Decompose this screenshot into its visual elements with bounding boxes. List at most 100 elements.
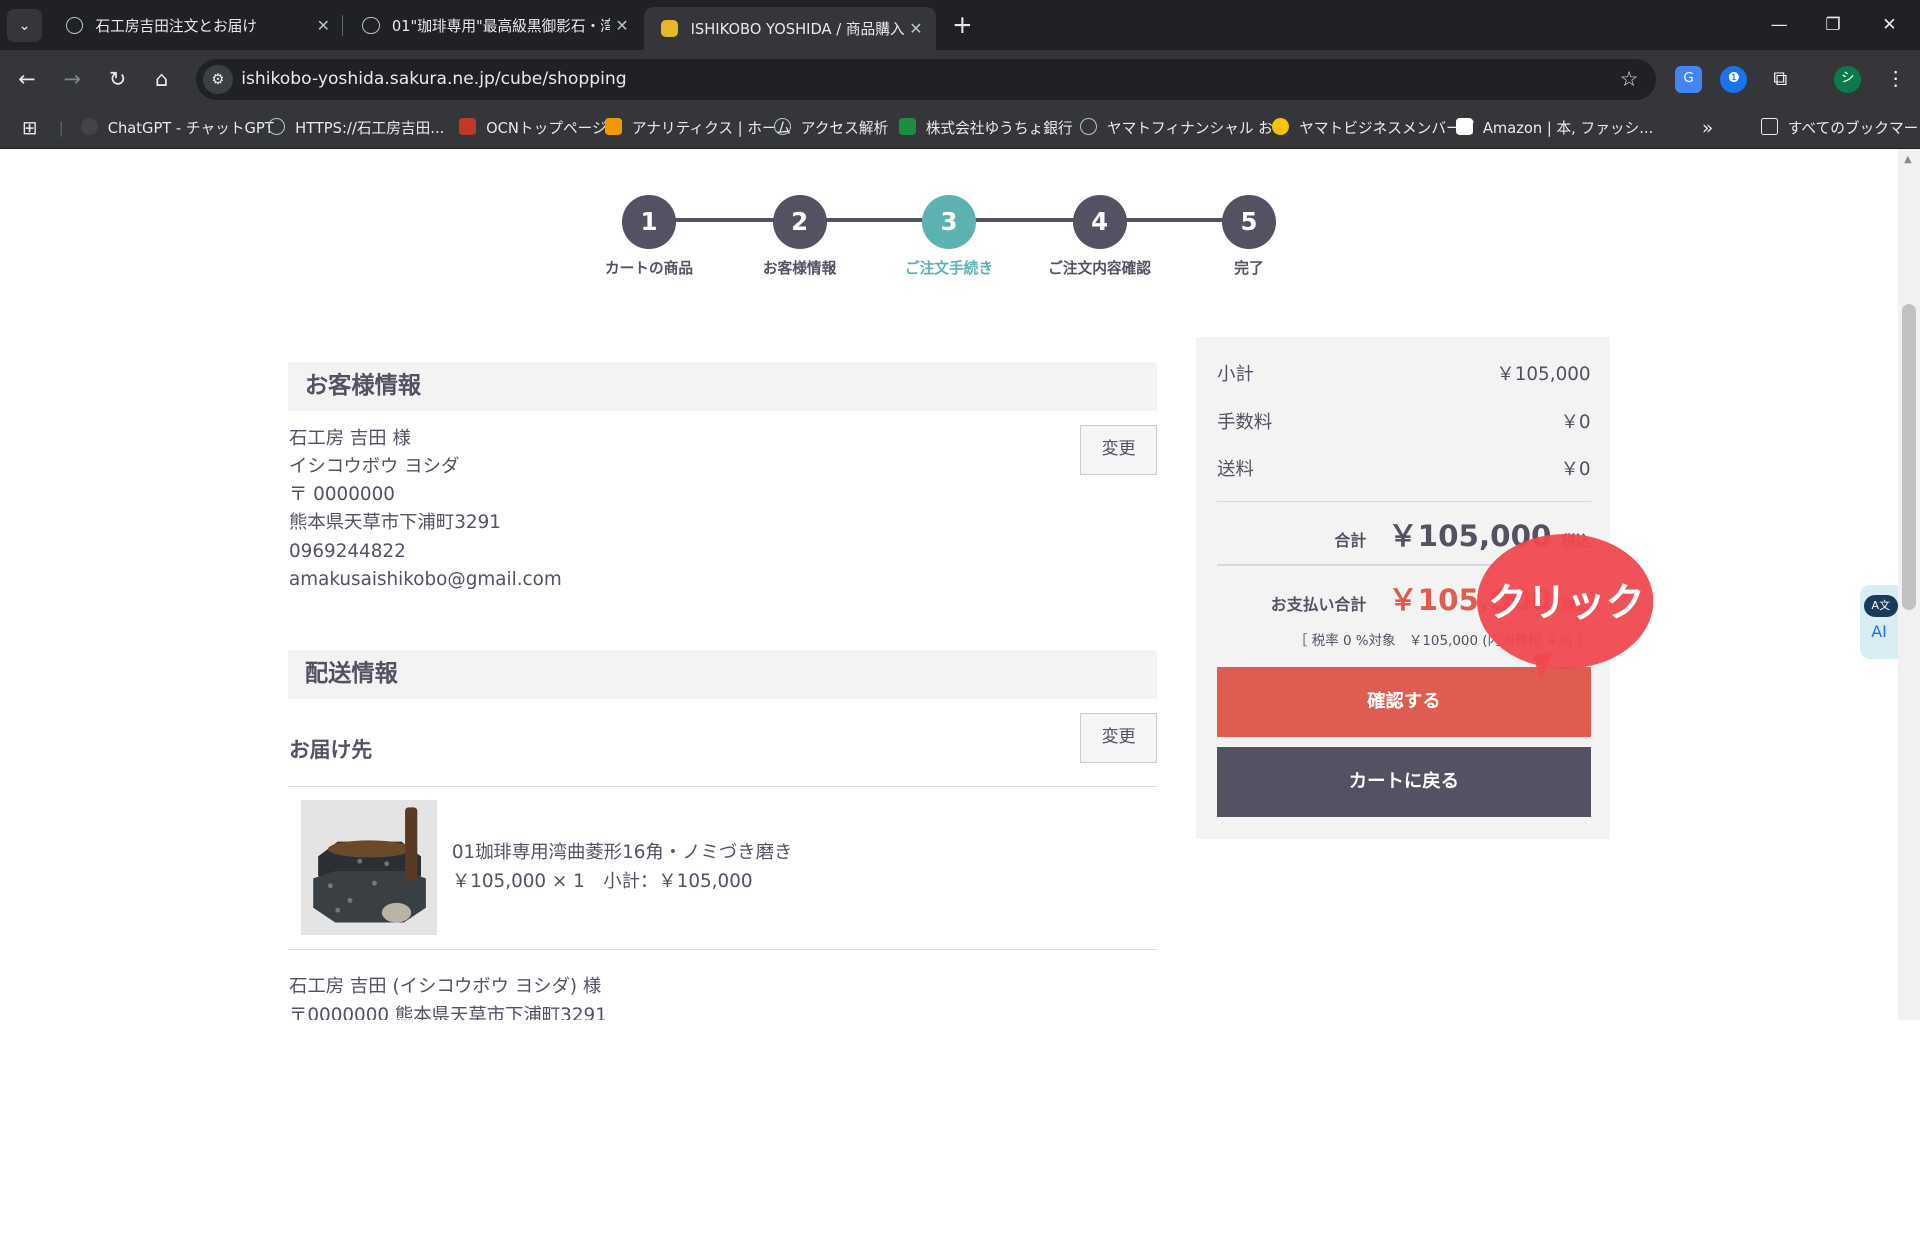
tab-strip: ⌄ 石工房吉田注文とお届け ✕ 01"珈琲専用"最高級黒御影石・湾 ✕ ISHI… <box>0 0 1920 51</box>
globe-icon <box>268 118 286 136</box>
tab-title: ISHIKOBO YOSHIDA / 商品購入 <box>690 21 904 39</box>
tab-search-button[interactable]: ⌄ <box>7 8 42 42</box>
browser-toolbar: ← → ↻ ⌂ ⚙ ishikobo-yoshida.sakura.ne.jp/… <box>0 50 1920 109</box>
globe-icon <box>1080 118 1098 136</box>
bookmark-item[interactable]: アナリティクス | ホーム <box>604 109 791 149</box>
folder-icon <box>1760 118 1778 136</box>
close-window-icon[interactable]: ✕ <box>1861 0 1917 50</box>
tab-2[interactable]: 01"珈琲専用"最高級黒御影石・湾 ✕ <box>345 0 641 50</box>
callout-text: クリック <box>1488 581 1645 626</box>
close-tab-icon[interactable]: ✕ <box>904 19 928 38</box>
product-price: ￥105,000 × 1 小計：￥105,000 <box>451 870 753 892</box>
tab-3-active[interactable]: ISHIKOBO YOSHIDA / 商品購入 ✕ <box>644 7 936 51</box>
payment-total-label: お支払い合計 <box>1270 594 1367 614</box>
divider <box>287 786 1158 788</box>
scrollbar-thumb[interactable] <box>1901 303 1917 610</box>
change-customer-button[interactable]: 変更 <box>1080 424 1158 476</box>
customer-name: 石工房 吉田 様 <box>288 427 411 449</box>
step-4: 4 ご注文内容確認 <box>1020 194 1179 278</box>
step-number: 4 <box>1072 194 1127 249</box>
step-number: 5 <box>1222 194 1276 249</box>
step-1: 1 カートの商品 <box>569 194 728 278</box>
tab-title: 01"珈琲専用"最高級黒御影石・湾 <box>391 17 610 35</box>
bookmark-label: ChatGPT - チャットGPT <box>107 119 274 137</box>
subtotal-label: 小計 <box>1217 363 1254 385</box>
scroll-up-icon[interactable]: ▲ <box>1904 154 1912 165</box>
more-bookmarks-icon[interactable]: » <box>1702 109 1713 149</box>
fee-label: 手数料 <box>1217 411 1273 433</box>
globe-icon <box>362 16 380 34</box>
customer-details: 石工房 吉田 様 イシコウボウ ヨシダ 〒 0000000 熊本県天草市下浦町3… <box>289 425 562 594</box>
bookmark-item[interactable]: Amazon | 本, ファッシ... <box>1455 109 1654 149</box>
url-text[interactable]: ishikobo-yoshida.sakura.ne.jp/cube/shopp… <box>241 59 626 101</box>
amazon-icon <box>1455 118 1474 136</box>
bookmark-label: すべてのブックマーク <box>1787 119 1920 137</box>
site-info-icon[interactable]: ⚙ <box>203 64 233 95</box>
customer-email: amakusaishikobo@gmail.com <box>288 568 562 590</box>
minimize-icon[interactable]: — <box>1751 0 1807 50</box>
tab-title: 石工房吉田注文とお届け <box>95 17 258 35</box>
lock-extension-icon[interactable]: ❶ <box>1720 66 1748 94</box>
reload-icon[interactable]: ↻ <box>102 64 134 96</box>
divider <box>1217 500 1591 503</box>
bookmark-label: 株式会社ゆうちょ銀行 <box>925 119 1073 137</box>
restore-icon[interactable]: ❐ <box>1805 0 1861 50</box>
bookmark-item[interactable]: アクセス解析 <box>773 109 889 149</box>
bookmark-label: アクセス解析 <box>800 119 889 137</box>
extensions-puzzle-icon[interactable]: ⧉ <box>1767 66 1794 93</box>
customer-kana: イシコウボウ ヨシダ <box>288 456 460 478</box>
globe-icon <box>773 118 792 136</box>
apps-grid-icon[interactable]: ⊞ <box>22 109 37 149</box>
bookmark-item[interactable]: ヤマトフィナンシャル お... <box>1080 109 1287 149</box>
product-info: 01珈琲専用湾曲菱形16角・ノミづき磨き ￥105,000 × 1 小計：￥10… <box>452 838 792 897</box>
bookmarks-bar: ⊞ | ChatGPT - チャットGPT HTTPS://石工房吉田... O… <box>0 108 1920 150</box>
click-callout-bubble: クリック <box>1476 533 1654 681</box>
yamato-icon <box>1272 118 1290 136</box>
address-bar[interactable]: ⚙ ishikobo-yoshida.sakura.ne.jp/cube/sho… <box>195 58 1656 101</box>
bookmark-label: アナリティクス | ホーム <box>631 119 791 137</box>
back-icon[interactable]: ← <box>11 64 43 96</box>
bookmark-item[interactable]: HTTPS://石工房吉田... <box>268 109 444 149</box>
change-delivery-button[interactable]: 変更 <box>1080 712 1158 763</box>
product-image <box>301 799 438 936</box>
ocn-icon <box>459 118 477 136</box>
tab-separator <box>341 14 343 36</box>
profile-avatar[interactable]: シ <box>1834 66 1862 94</box>
more-menu-icon[interactable]: ⋮ <box>1882 66 1909 93</box>
step-label: カートの商品 <box>604 260 694 278</box>
yucho-icon <box>898 118 916 136</box>
step-label: 完了 <box>1234 260 1264 278</box>
subtotal-value: ￥105,000 <box>1496 363 1591 385</box>
bookmark-item[interactable]: ヤマトビジネスメンバーズ <box>1272 109 1475 149</box>
product-name: 01珈琲専用湾曲菱形16角・ノミづき磨き <box>451 841 793 863</box>
recipient-info: 石工房 吉田 (イシコウボウ ヨシダ) 様 〒0000000 熊本県天草市下浦町… <box>289 973 607 1020</box>
new-tab-icon[interactable]: + <box>948 10 977 39</box>
bookmark-label: Amazon | 本, ファッシ... <box>1482 119 1654 137</box>
home-icon[interactable]: ⌂ <box>146 64 178 96</box>
customer-address: 熊本県天草市下浦町3291 <box>288 512 501 534</box>
back-to-cart-button[interactable]: カートに戻る <box>1217 746 1591 817</box>
customer-phone: 0969244822 <box>288 540 406 562</box>
google-extension-icon[interactable]: G <box>1675 66 1703 94</box>
ai-label: AI <box>1871 622 1887 641</box>
translate-ai-badge[interactable]: A文 AI <box>1860 585 1898 659</box>
bookmark-label: HTTPS://石工房吉田... <box>295 119 445 137</box>
tab-1[interactable]: 石工房吉田注文とお届け ✕ <box>49 0 343 50</box>
destination-title: お届け先 <box>288 738 373 763</box>
bookmark-star-icon[interactable]: ☆ <box>1620 59 1639 101</box>
subtotal-row: 小計 ￥105,000 <box>1217 360 1590 386</box>
step-number: 3 <box>922 194 976 249</box>
bookmark-item[interactable]: OCNトップページ <box>459 109 607 149</box>
page-scrollbar[interactable]: ▲ <box>1897 149 1920 1020</box>
globe-icon <box>66 16 84 34</box>
close-tab-icon[interactable]: ✕ <box>610 16 634 35</box>
site-favicon-icon <box>661 20 679 38</box>
bookmark-item[interactable]: 株式会社ゆうちょ銀行 <box>898 109 1073 149</box>
forward-icon[interactable]: → <box>56 64 88 96</box>
step-number: 1 <box>622 194 676 249</box>
bookmark-item[interactable]: ChatGPT - チャットGPT <box>80 109 274 149</box>
close-tab-icon[interactable]: ✕ <box>311 16 335 35</box>
chatgpt-icon <box>80 118 98 136</box>
customer-postal: 〒 0000000 <box>288 484 395 506</box>
all-bookmarks[interactable]: すべてのブックマーク <box>1760 109 1920 149</box>
